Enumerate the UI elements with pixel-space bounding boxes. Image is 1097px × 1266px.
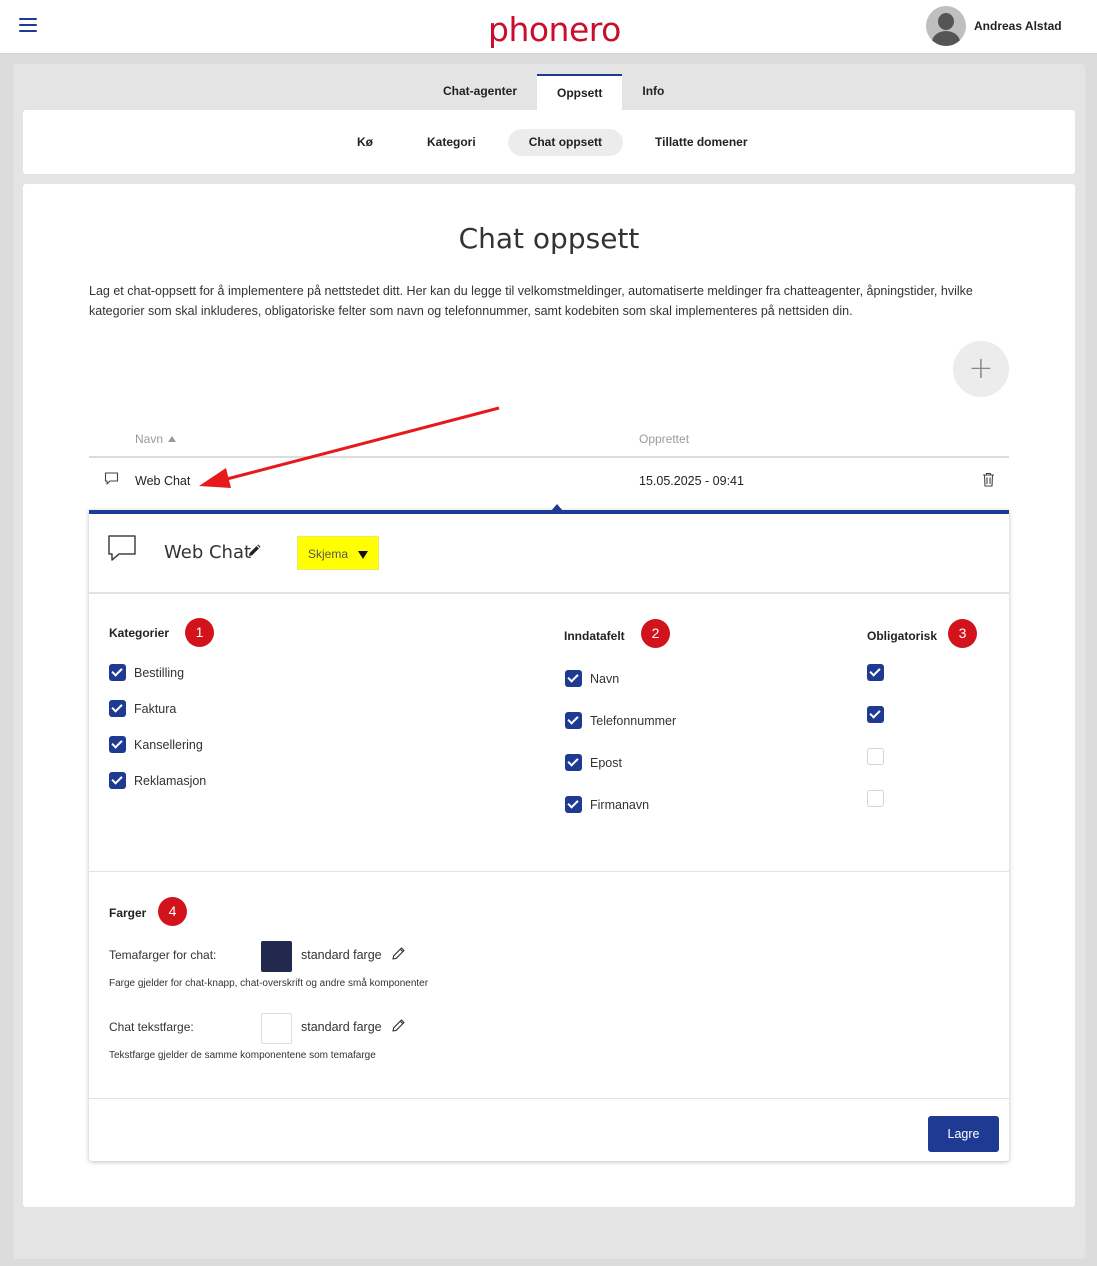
divider (89, 871, 1009, 872)
pencil-icon[interactable] (247, 544, 261, 558)
user-menu[interactable]: Andreas Alstad (926, 6, 1062, 46)
main-card: Chat oppsett Lag et chat-oppsett for å i… (23, 184, 1075, 1207)
sort-ascending-icon (168, 436, 177, 442)
step-badge-3: 3 (948, 619, 977, 648)
subnav-kategori[interactable]: Kategori (415, 129, 488, 156)
input-fields-label: Inndatafelt (564, 629, 625, 643)
theme-color-swatch[interactable] (261, 941, 292, 972)
theme-color-value: standard farge (301, 948, 382, 962)
category-item-reklamasjon[interactable]: Reklamasjon (109, 772, 206, 789)
annotation-arrow (199, 406, 500, 488)
tab-chat-agenter[interactable]: Chat-agenter (423, 74, 537, 110)
divider (89, 1098, 1009, 1099)
chat-bubble-icon (104, 472, 119, 485)
row-created: 15.05.2025 - 09:41 (639, 474, 744, 488)
column-header-name[interactable]: Navn (135, 432, 177, 446)
checkbox-label: Bestilling (134, 665, 185, 680)
step-badge-1: 1 (185, 618, 214, 647)
top-bar: phonero Andreas Alstad (0, 0, 1097, 54)
pencil-outline-icon[interactable] (391, 946, 406, 961)
step-badge-2: 2 (641, 619, 670, 648)
input-field-epost[interactable]: Epost (565, 754, 622, 771)
input-field-navn[interactable]: Navn (565, 670, 619, 687)
text-color-hint: Tekstfarge gjelder de samme komponentene… (109, 1050, 376, 1061)
panel-caret (551, 504, 563, 511)
categories-label: Kategorier (109, 626, 170, 640)
theme-color-label: Temafarger for chat: (109, 948, 217, 962)
pencil-outline-icon[interactable] (391, 1018, 406, 1033)
column-header-created: Opprettet (639, 432, 690, 446)
input-field-firmanavn[interactable]: Firmanavn (565, 796, 649, 813)
step-badge-4: 4 (158, 897, 187, 926)
category-item-faktura[interactable]: Faktura (109, 700, 176, 717)
add-button[interactable]: + (953, 341, 1009, 397)
phonero-logo: phonero (488, 10, 621, 49)
trash-icon[interactable] (982, 472, 995, 487)
chat-setup-panel: Web Chat Skjema Kategorier 1 Bestilling … (89, 504, 1009, 1161)
intro-text: Lag et chat-oppsett for å implementere p… (89, 284, 973, 318)
checkbox-label: Reklamasjon (134, 773, 207, 788)
form-type-dropdown[interactable]: Skjema (297, 536, 379, 570)
checkbox-label: Firmanavn (590, 797, 650, 812)
theme-color-hint: Farge gjelder for chat-knapp, chat-overs… (109, 978, 429, 989)
category-item-bestilling[interactable]: Bestilling (109, 664, 184, 681)
checkbox[interactable] (109, 700, 126, 717)
checkbox[interactable] (565, 712, 582, 729)
chat-bubble-icon (108, 535, 136, 561)
mandatory-checkbox-telefonnummer[interactable] (867, 706, 884, 723)
mandatory-checkbox-epost[interactable] (867, 748, 884, 765)
caret-down-icon (358, 551, 368, 559)
input-field-telefonnummer[interactable]: Telefonnummer (565, 712, 676, 729)
tab-info[interactable]: Info (622, 74, 684, 110)
checkbox-label: Telefonnummer (590, 713, 677, 728)
mandatory-label: Obligatorisk (867, 629, 938, 643)
save-button[interactable]: Lagre (928, 1116, 999, 1152)
checkbox-label: Epost (590, 755, 622, 770)
row-name[interactable]: Web Chat (135, 474, 190, 488)
column-header-name-label: Navn (135, 432, 164, 446)
subnav-tillatte-domener[interactable]: Tillatte domener (643, 129, 759, 156)
subnav-ko[interactable]: Kø (345, 129, 385, 156)
checkbox-label: Faktura (134, 701, 177, 716)
mandatory-checkbox-navn[interactable] (867, 664, 884, 681)
category-item-kansellering[interactable]: Kansellering (109, 736, 203, 753)
menu-icon[interactable] (19, 18, 37, 34)
subnav-chat-oppsett[interactable]: Chat oppsett (507, 129, 624, 156)
checkbox[interactable] (109, 664, 126, 681)
checkbox-label: Kansellering (134, 737, 203, 752)
sub-navigation: Kø Kategori Chat oppsett Tillatte domene… (23, 110, 1075, 174)
text-color-label: Chat tekstfarge: (109, 1020, 194, 1034)
checkbox[interactable] (565, 796, 582, 813)
colors-label: Farger (109, 906, 147, 920)
user-name: Andreas Alstad (974, 19, 1062, 33)
checkbox[interactable] (565, 754, 582, 771)
checkbox[interactable] (109, 736, 126, 753)
form-type-value: Skjema (308, 547, 349, 561)
tab-oppsett[interactable]: Oppsett (537, 74, 623, 110)
text-color-swatch[interactable] (261, 1013, 292, 1044)
page-title: Chat oppsett (458, 222, 640, 255)
text-color-value: standard farge (301, 1020, 382, 1034)
panel-title: Web Chat (164, 542, 252, 563)
mandatory-checkbox-firmanavn[interactable] (867, 790, 884, 807)
panel-header: Web Chat Skjema (89, 514, 1009, 594)
checkbox[interactable] (565, 670, 582, 687)
checkbox[interactable] (109, 772, 126, 789)
avatar (926, 6, 966, 46)
main-tabs: Chat-agenter Oppsett Info (423, 74, 684, 110)
checkbox-label: Navn (590, 671, 620, 686)
